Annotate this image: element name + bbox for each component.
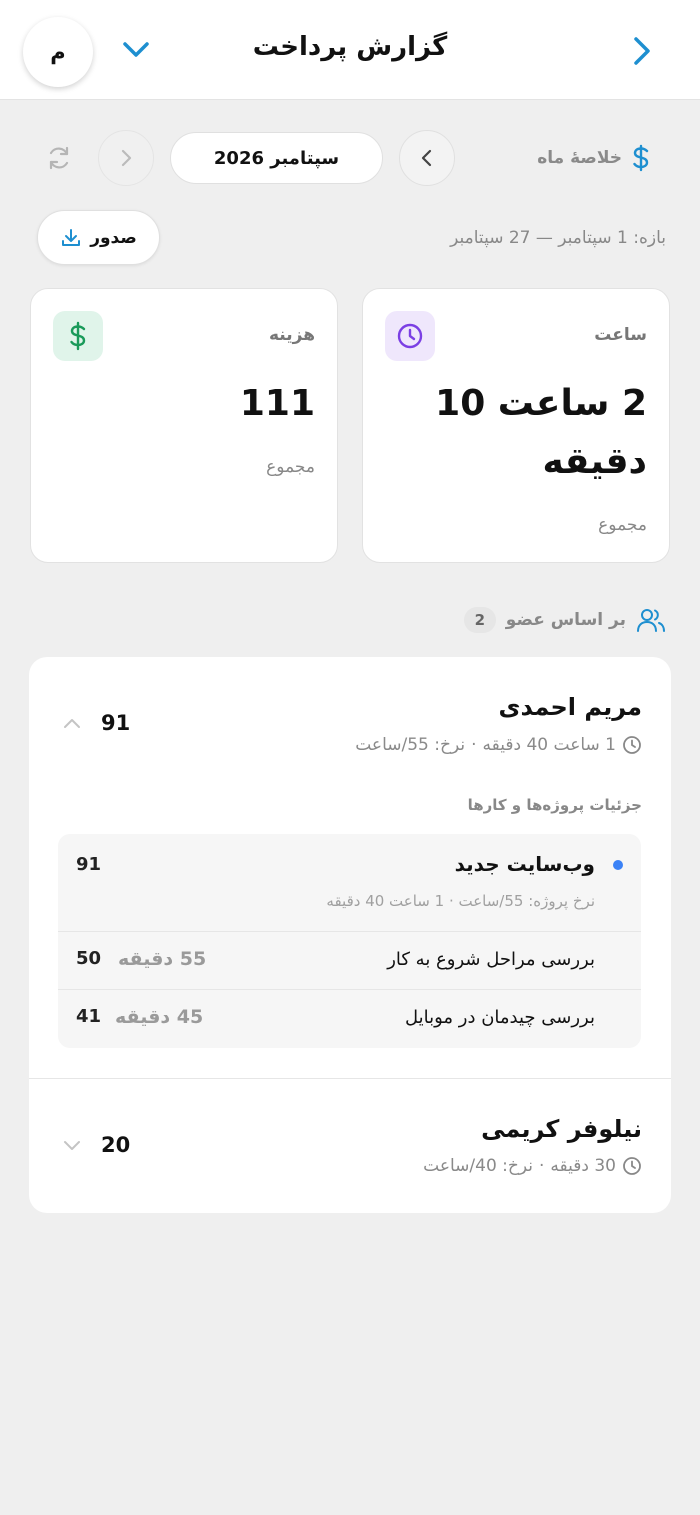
task-duration: 45 دقیقه — [115, 1006, 204, 1028]
users-icon — [637, 609, 665, 632]
export-label: صدور — [90, 227, 137, 248]
clock-icon — [623, 1157, 641, 1175]
prev-month-button[interactable] — [399, 130, 455, 186]
hours-sub: مجموع — [598, 515, 647, 535]
cost-sub: مجموع — [266, 457, 315, 477]
project-total: 91 — [76, 854, 102, 875]
hours-label: ساعت — [594, 325, 647, 345]
next-month-button[interactable] — [98, 130, 154, 186]
dollar-icon — [633, 144, 649, 172]
members-list: مریم احمدی 1 ساعت 40 دقیقه · نرخ: 55/ساع… — [29, 657, 671, 1213]
dollar-icon — [53, 311, 103, 361]
export-button[interactable]: صدور — [37, 210, 160, 265]
member-name[interactable]: نیلوفر کریمی — [481, 1115, 642, 1143]
task-amount: 41 — [76, 1006, 102, 1027]
member-duration: 1 ساعت 40 دقیقه — [482, 735, 617, 755]
chevron-left-icon — [421, 149, 432, 167]
task-row: بررسی چیدمان در موبایل 45 دقیقه 41 — [58, 989, 641, 1048]
member-total: 91 — [101, 711, 131, 735]
project-meta: نرخ پروژه: 55/ساعت · 1 ساعت 40 دقیقه — [326, 892, 595, 910]
member-meta: 30 دقیقه · نرخ: 40/ساعت — [423, 1156, 642, 1176]
refresh-icon[interactable] — [45, 144, 73, 172]
cost-value: 111 — [239, 383, 315, 424]
cost-card: هزینه 111 مجموع — [30, 288, 338, 563]
by-member-label: بر اساس عضو — [505, 610, 626, 630]
member-duration: 30 دقیقه — [550, 1156, 616, 1176]
app-header: م گزارش پرداخت — [0, 0, 700, 100]
page-title: گزارش پرداخت — [252, 32, 448, 62]
project-color-dot — [613, 860, 623, 870]
meta-dot: · — [539, 1156, 545, 1176]
divider — [29, 1078, 671, 1079]
member-count-badge: 2 — [463, 607, 496, 633]
chevron-up-icon[interactable] — [61, 713, 83, 733]
download-icon — [62, 228, 81, 246]
hours-value-line1: 2 ساعت 10 — [435, 383, 647, 424]
details-title: جزئیات پروژه‌ها و کارها — [467, 796, 642, 814]
task-amount: 50 — [76, 948, 102, 969]
month-selector[interactable]: سپتامبر 2026 — [170, 132, 383, 184]
chevron-down-icon[interactable] — [61, 1135, 83, 1155]
clock-icon — [623, 736, 641, 754]
member-rate: نرخ: 55/ساعت — [355, 735, 466, 755]
hours-card: ساعت 2 ساعت 10 دقیقه مجموع — [362, 288, 670, 563]
cost-label: هزینه — [269, 325, 315, 345]
task-name: بررسی مراحل شروع به کار — [387, 949, 595, 970]
member-name[interactable]: مریم احمدی — [499, 693, 642, 721]
by-member-heading: بر اساس عضو 2 — [463, 606, 666, 634]
task-name: بررسی چیدمان در موبایل — [404, 1007, 595, 1028]
month-summary-text: خلاصهٔ ماه — [537, 148, 622, 168]
date-range: بازه: 1 سپتامبر — 27 سپتامبر — [450, 228, 666, 248]
member-rate: نرخ: 40/ساعت — [423, 1156, 533, 1176]
chevron-right-icon — [121, 149, 132, 167]
task-duration: 55 دقیقه — [118, 948, 207, 970]
month-summary-label: خلاصهٔ ماه — [537, 144, 652, 172]
avatar[interactable]: م — [23, 17, 93, 87]
back-chevron-icon[interactable] — [626, 34, 658, 68]
clock-icon — [385, 311, 435, 361]
project-name: وب‌سایت جدید — [454, 852, 595, 876]
member-meta: 1 ساعت 40 دقیقه · نرخ: 55/ساعت — [355, 735, 642, 755]
project-details: وب‌سایت جدید نرخ پروژه: 55/ساعت · 1 ساعت… — [58, 834, 641, 1048]
hours-value-line2: دقیقه — [542, 441, 647, 482]
member-total: 20 — [101, 1133, 131, 1157]
task-row: بررسی مراحل شروع به کار 55 دقیقه 50 — [58, 931, 641, 989]
meta-dot: · — [471, 735, 477, 755]
chevron-down-icon[interactable] — [120, 36, 152, 64]
